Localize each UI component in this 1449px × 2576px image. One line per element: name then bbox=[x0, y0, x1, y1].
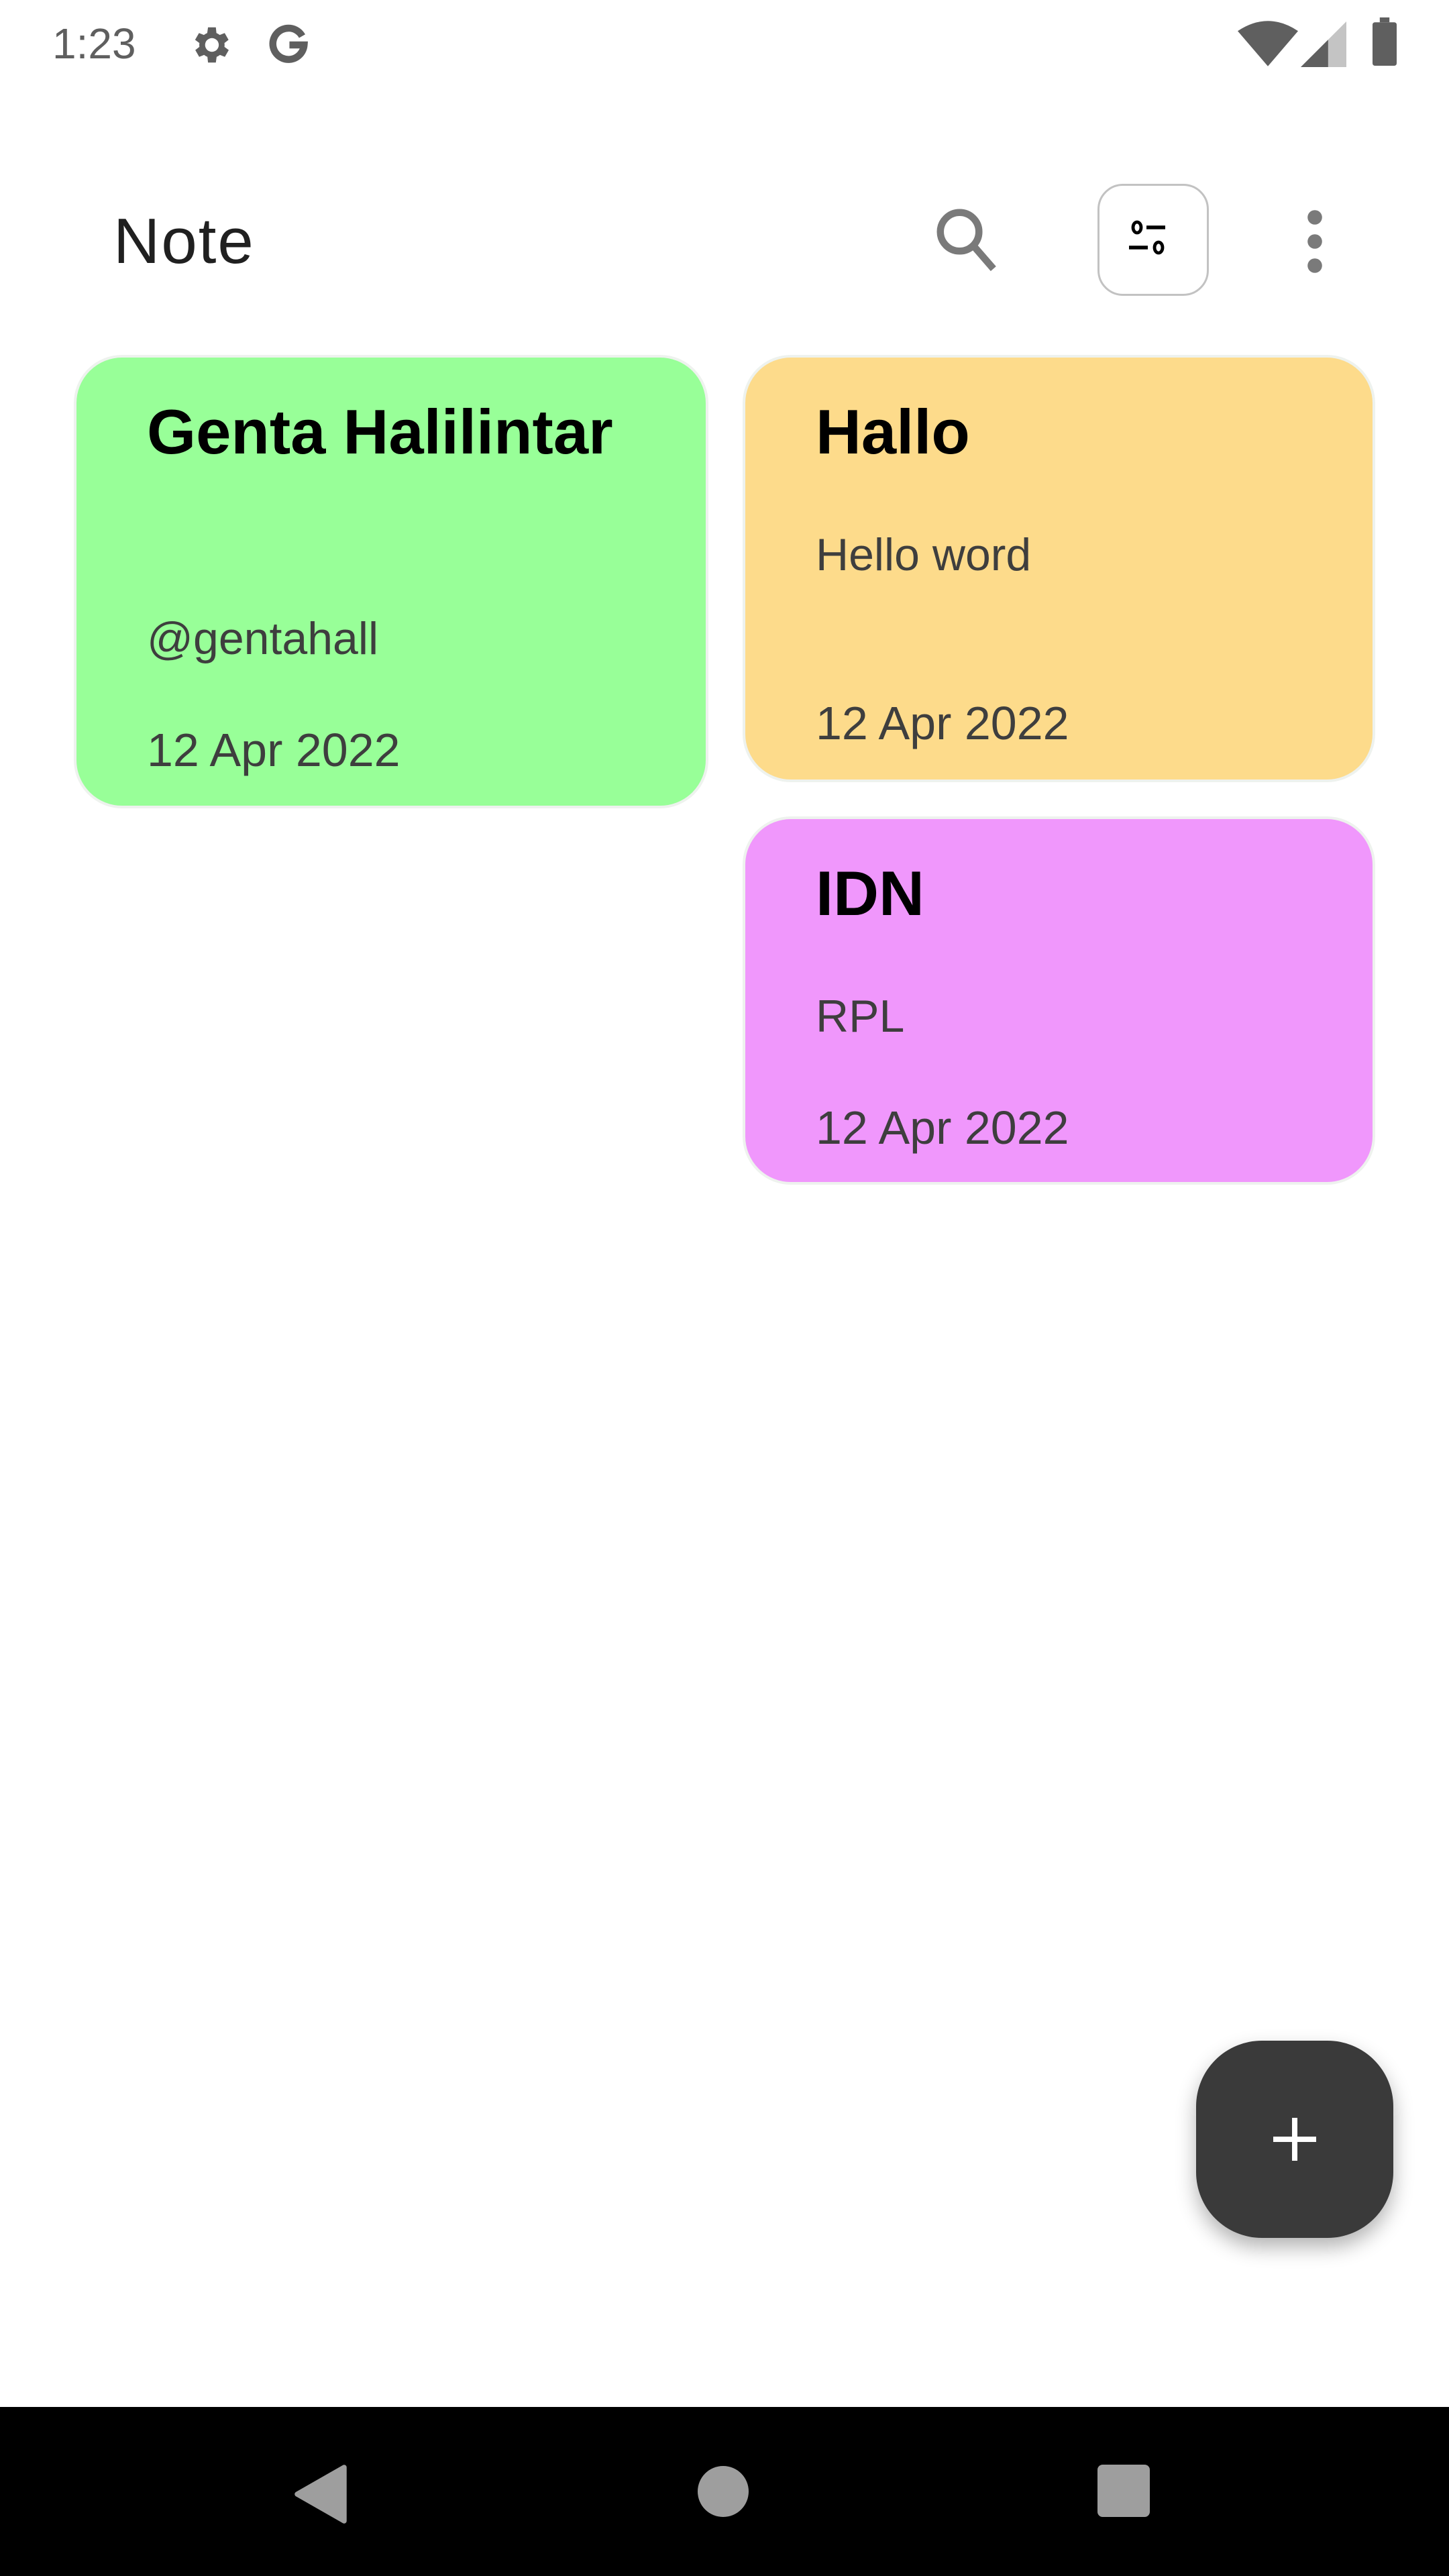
note-date: 12 Apr 2022 bbox=[816, 697, 1069, 749]
search-icon[interactable] bbox=[929, 201, 1006, 278]
note-body: @gentahall bbox=[147, 613, 379, 664]
google-icon bbox=[269, 24, 309, 63]
recents-icon[interactable] bbox=[1097, 2465, 1150, 2517]
settings-icon bbox=[195, 27, 229, 63]
signal-icon bbox=[1301, 21, 1346, 67]
battery-icon bbox=[1373, 17, 1397, 66]
back-icon[interactable] bbox=[294, 2464, 347, 2524]
note-title: Genta Halilintar bbox=[147, 396, 613, 467]
note-date: 12 Apr 2022 bbox=[147, 724, 400, 776]
note-date: 12 Apr 2022 bbox=[816, 1102, 1069, 1154]
filter-button[interactable] bbox=[1097, 184, 1209, 296]
plus-icon bbox=[1273, 2118, 1316, 2161]
add-note-button[interactable] bbox=[1196, 2041, 1393, 2238]
note-title: IDN bbox=[816, 858, 924, 928]
note-card[interactable]: Hallo Hello word 12 Apr 2022 bbox=[743, 355, 1375, 782]
status-bar: 1:23 bbox=[0, 0, 1449, 99]
more-vert-icon[interactable] bbox=[1301, 208, 1328, 275]
note-card[interactable]: Genta Halilintar @gentahall 12 Apr 2022 bbox=[74, 355, 708, 808]
note-body: RPL bbox=[816, 991, 905, 1042]
note-card[interactable]: IDN RPL 12 Apr 2022 bbox=[743, 816, 1375, 1185]
filter-icon bbox=[1129, 220, 1165, 255]
note-body: Hello word bbox=[816, 529, 1032, 580]
status-time: 1:23 bbox=[52, 19, 136, 68]
note-title: Hallo bbox=[816, 396, 970, 467]
navigation-bar bbox=[0, 2407, 1449, 2576]
page-title: Note bbox=[113, 205, 255, 277]
home-icon[interactable] bbox=[698, 2466, 749, 2517]
wifi-icon bbox=[1238, 21, 1298, 66]
